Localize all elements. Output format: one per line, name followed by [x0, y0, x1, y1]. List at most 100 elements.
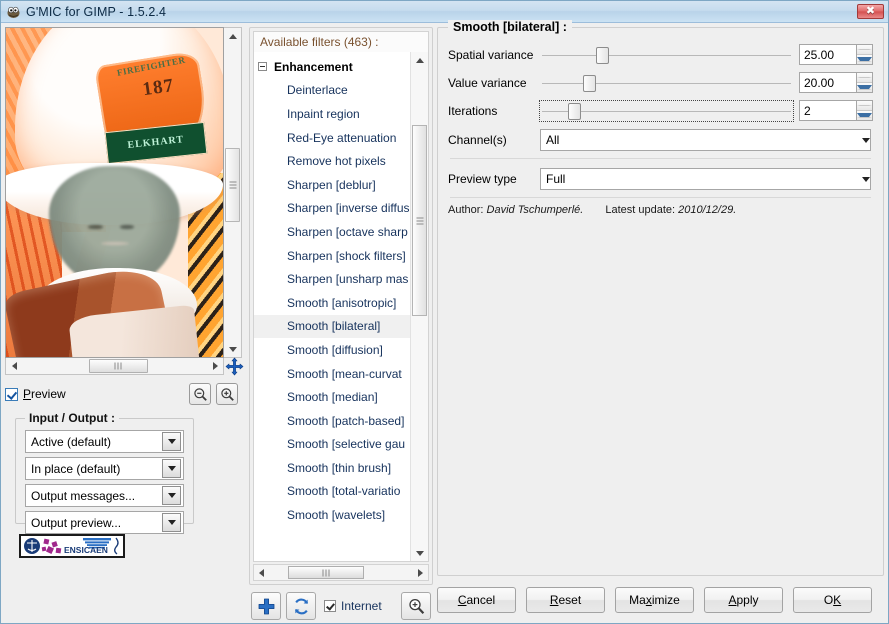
list-item[interactable]: Smooth [median] — [254, 385, 410, 409]
slider-thumb[interactable] — [583, 74, 596, 92]
channels-select[interactable]: All — [540, 129, 871, 151]
scroll-thumb[interactable] — [412, 125, 427, 317]
spatial-variance-input[interactable]: 25.00 — [799, 44, 857, 65]
preview-label[interactable]: Preview — [23, 387, 66, 401]
reset-button[interactable]: Reset — [526, 586, 605, 613]
chevron-down-icon[interactable] — [162, 513, 181, 532]
scroll-track[interactable] — [224, 44, 241, 341]
cancel-button[interactable]: Cancel — [437, 586, 516, 613]
filter-label: Smooth [patch-based] — [287, 413, 405, 428]
value-variance-input[interactable]: 20.00 — [799, 72, 857, 93]
refresh-filters-button[interactable] — [286, 592, 316, 620]
iterations-input[interactable]: 2 — [799, 100, 857, 121]
param-label: Iterations — [448, 103, 498, 118]
scroll-track-h[interactable] — [269, 565, 413, 580]
internet-checkbox[interactable] — [324, 600, 336, 612]
list-item[interactable]: Smooth [patch-based] — [254, 409, 410, 433]
list-item[interactable]: Smooth [mean-curvat — [254, 362, 410, 386]
scroll-left-icon[interactable] — [254, 565, 269, 580]
list-item[interactable]: Deinterlace — [254, 79, 410, 103]
list-item[interactable]: Smooth [total-variatio — [254, 480, 410, 504]
ok-button[interactable]: OK — [793, 586, 872, 613]
preview-type-select[interactable]: Full — [540, 168, 871, 190]
preview-area: FIREFIGHTER 187 ELKHART — [5, 27, 245, 376]
output-preview-select[interactable]: Output preview... — [25, 511, 184, 534]
output-mode-select[interactable]: In place (default) — [25, 457, 184, 480]
list-item[interactable]: Sharpen [shock filters] — [254, 244, 410, 268]
search-filters-button[interactable] — [401, 592, 431, 620]
list-item[interactable]: Smooth [diffusion] — [254, 338, 410, 362]
preview-horizontal-scrollbar[interactable] — [5, 358, 224, 375]
scroll-left-icon[interactable] — [6, 358, 22, 374]
filter-category-enhancement[interactable]: Enhancement — [254, 55, 410, 79]
scroll-track[interactable] — [411, 68, 428, 545]
list-item[interactable]: Remove hot pixels — [254, 149, 410, 173]
list-item[interactable]: Sharpen [inverse diffus — [254, 197, 410, 221]
stepper-down-icon[interactable] — [857, 83, 872, 92]
list-item[interactable]: Smooth [thin brush] — [254, 456, 410, 480]
list-item[interactable]: Smooth [selective gau — [254, 433, 410, 457]
update-value: 2010/12/29. — [678, 204, 737, 216]
stepper-up-icon[interactable] — [857, 45, 872, 55]
stepper-down-icon[interactable] — [857, 111, 872, 120]
filters-vertical-scrollbar[interactable] — [410, 52, 428, 561]
chevron-down-icon[interactable] — [162, 432, 181, 451]
zoom-out-button[interactable] — [189, 383, 211, 405]
filters-list[interactable]: Enhancement Deinterlace Inpaint region R… — [254, 52, 410, 561]
scroll-up-icon[interactable] — [411, 52, 428, 68]
preview-image-box[interactable]: FIREFIGHTER 187 ELKHART — [5, 27, 224, 358]
list-item[interactable]: Sharpen [octave sharp — [254, 220, 410, 244]
list-item[interactable]: Inpaint region — [254, 102, 410, 126]
preview-type-value: Full — [546, 172, 566, 186]
spatial-variance-slider[interactable] — [540, 45, 793, 65]
divider — [450, 197, 871, 198]
list-item[interactable]: Red-Eye attenuation — [254, 126, 410, 150]
collapse-icon[interactable] — [258, 62, 267, 72]
filter-label: Smooth [wavelets] — [287, 508, 386, 523]
stepper-up-icon[interactable] — [857, 73, 872, 83]
scroll-thumb[interactable] — [225, 147, 240, 223]
preview-vertical-scrollbar[interactable] — [224, 27, 242, 358]
value-variance-slider[interactable] — [540, 73, 793, 93]
apply-button[interactable]: Apply — [704, 586, 783, 613]
slider-thumb[interactable] — [567, 102, 581, 120]
chevron-down-icon[interactable] — [862, 176, 870, 182]
filter-label: Smooth [diffusion] — [287, 342, 383, 357]
param-row-value-variance: Value variance 20.00 — [448, 70, 873, 95]
output-messages-select[interactable]: Output messages... — [25, 484, 184, 507]
maximize-button[interactable]: Ma x imize — [615, 586, 694, 613]
list-item[interactable]: Sharpen [unsharp mas — [254, 267, 410, 291]
scroll-up-icon[interactable] — [224, 28, 241, 44]
scroll-down-icon[interactable] — [224, 341, 241, 357]
scroll-right-icon[interactable] — [413, 565, 428, 580]
input-output-title: Input / Output : — [25, 411, 119, 425]
scroll-thumb-h[interactable] — [287, 566, 365, 579]
move-icon[interactable] — [224, 357, 245, 376]
iterations-value: 2 — [804, 103, 811, 118]
close-button[interactable]: ✖ — [857, 4, 884, 19]
list-item[interactable]: Sharpen [deblur] — [254, 173, 410, 197]
spatial-variance-stepper[interactable] — [857, 44, 873, 65]
scroll-track-h[interactable] — [22, 358, 207, 374]
slider-thumb[interactable] — [595, 46, 609, 64]
scroll-thumb-h[interactable] — [88, 359, 148, 373]
add-filter-button[interactable] — [251, 592, 281, 620]
list-item-selected[interactable]: Smooth [bilateral] — [254, 314, 410, 339]
scroll-down-icon[interactable] — [411, 545, 428, 561]
value-variance-stepper[interactable] — [857, 72, 873, 93]
filters-horizontal-scrollbar[interactable] — [253, 564, 429, 581]
scroll-right-icon[interactable] — [207, 358, 223, 374]
list-item[interactable]: Smooth [wavelets] — [254, 503, 410, 527]
preview-checkbox[interactable] — [5, 387, 18, 401]
zoom-in-button[interactable] — [216, 383, 238, 405]
stepper-down-icon[interactable] — [857, 55, 872, 64]
stepper-up-icon[interactable] — [857, 101, 872, 111]
chevron-down-icon[interactable] — [862, 137, 870, 143]
internet-toggle[interactable]: Internet — [324, 599, 382, 613]
input-mode-select[interactable]: Active (default) — [25, 430, 184, 453]
iterations-stepper[interactable] — [857, 100, 873, 121]
iterations-slider[interactable] — [539, 99, 794, 122]
list-item[interactable]: Smooth [anisotropic] — [254, 291, 410, 315]
chevron-down-icon[interactable] — [162, 459, 181, 478]
chevron-down-icon[interactable] — [162, 486, 181, 505]
